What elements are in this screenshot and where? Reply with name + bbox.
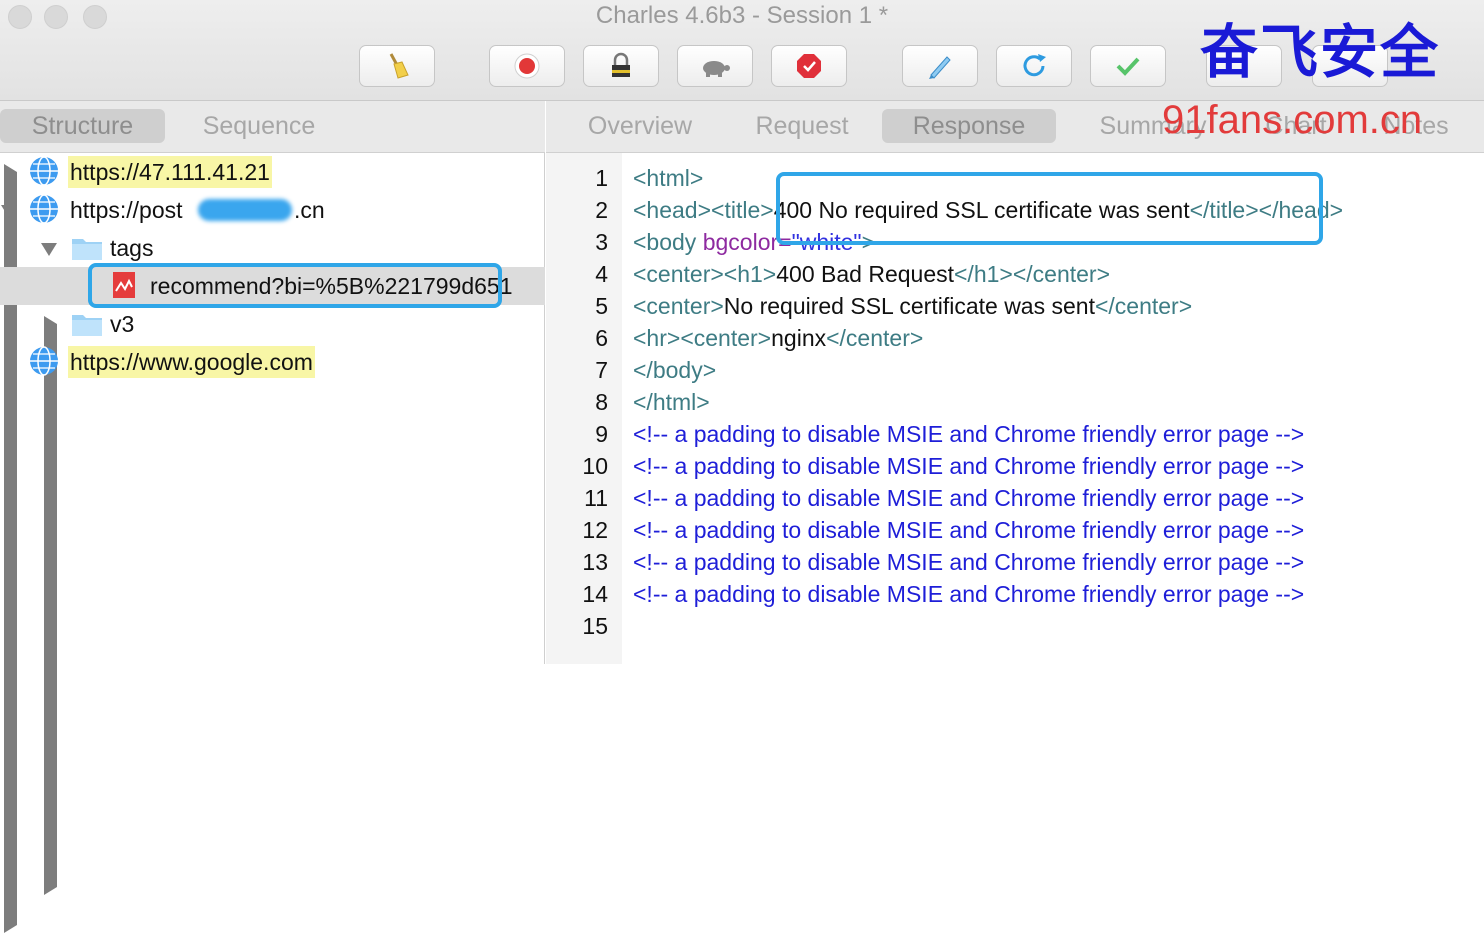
validate-button[interactable] <box>1090 45 1166 87</box>
code-line-14: <!-- a padding to disable MSIE and Chrom… <box>633 581 1305 607</box>
line-number: 10 <box>582 453 608 479</box>
line-number: 5 <box>595 293 608 319</box>
throttle-button[interactable] <box>677 45 753 87</box>
html-tag: <html> <box>633 165 704 191</box>
tab-response[interactable]: Response <box>882 109 1056 143</box>
line-number: 15 <box>582 613 608 639</box>
tab-structure[interactable]: Structure <box>0 109 165 143</box>
tab-request[interactable]: Request <box>732 109 872 143</box>
html-tag: <h1> <box>723 261 777 287</box>
code-line-4: <center><h1>400 Bad Request</h1></center… <box>633 258 1110 290</box>
code-line-6: <hr><center>nginx</center> <box>633 322 923 354</box>
repeat-button[interactable] <box>996 45 1072 87</box>
code-line-7: </body> <box>633 354 716 386</box>
heading-text: 400 Bad Request <box>776 261 954 287</box>
breakpoints-button[interactable] <box>771 45 847 87</box>
html-tag: </body> <box>633 357 717 383</box>
code-line-10: <!-- a padding to disable MSIE and Chrom… <box>633 453 1305 479</box>
line-number-gutter: 1 2 3 4 5 6 7 8 9 10 11 12 13 14 15 <box>546 153 622 664</box>
turtle-icon <box>703 61 730 77</box>
annotation-box-request <box>88 263 502 308</box>
record-icon <box>514 53 540 79</box>
refresh-icon <box>1023 54 1046 77</box>
line-number: 7 <box>595 357 608 383</box>
response-pane: Overview Request Response Summary Chart … <box>546 101 1484 664</box>
tab-overview[interactable]: Overview <box>566 109 714 143</box>
disclosure-down-icon[interactable] <box>41 243 57 256</box>
html-tag: <center> <box>633 261 724 287</box>
line-number: 13 <box>582 549 608 575</box>
stop-icon <box>797 54 821 78</box>
html-tag: <hr> <box>633 325 681 351</box>
compose-button[interactable] <box>902 45 978 87</box>
html-tag: </center> <box>1012 261 1111 287</box>
tab-sequence[interactable]: Sequence <box>178 109 340 143</box>
code-line-11: <!-- a padding to disable MSIE and Chrom… <box>633 485 1305 511</box>
line-number: 3 <box>595 229 608 255</box>
host-label: https://www.google.com <box>68 346 315 378</box>
disclosure-down-icon[interactable] <box>1 205 17 218</box>
html-tag: <center> <box>633 293 724 319</box>
tree-row-folder-tags[interactable]: tags <box>0 229 545 267</box>
code-line-8: </html> <box>633 386 710 418</box>
annotation-box-title <box>776 172 1323 245</box>
line-number: 9 <box>595 421 608 447</box>
watermark-logo: 奋飞安全 <box>1200 18 1441 86</box>
code-line-13: <!-- a padding to disable MSIE and Chrom… <box>633 549 1305 575</box>
globe-icon <box>30 346 58 376</box>
folder-label: tags <box>110 235 154 261</box>
title-bar: Charles 4.6b3 - Session 1 * 奋飞安全 <box>0 0 1484 101</box>
line-number: 11 <box>584 485 608 511</box>
server-text: nginx <box>771 325 827 351</box>
html-tag: </center> <box>826 325 924 351</box>
left-tab-bar: Structure Sequence <box>0 101 545 153</box>
line-number: 1 <box>595 165 608 191</box>
tree-row-host-1[interactable]: https://47.111.41.21 <box>0 153 545 743</box>
code-line-12: <!-- a padding to disable MSIE and Chrom… <box>633 517 1305 543</box>
clear-session-button[interactable] <box>359 45 435 87</box>
html-tag: </html> <box>633 389 710 415</box>
host-label-suffix: .cn <box>294 197 325 223</box>
redaction-blur <box>198 199 292 221</box>
line-number: 14 <box>582 581 608 607</box>
lock-icon <box>612 52 630 77</box>
code-line-5: <center>No required SSL certificate was … <box>633 290 1192 322</box>
check-icon <box>1116 57 1140 76</box>
code-line-9: <!-- a padding to disable MSIE and Chrom… <box>633 421 1305 447</box>
ssl-proxying-button[interactable] <box>583 45 659 87</box>
html-tag: <center> <box>680 325 772 351</box>
structure-pane: Structure Sequence https://47.111.41.21 … <box>0 101 545 933</box>
tree-row-host-google[interactable]: https://www.google.com <box>0 343 545 933</box>
html-tag: <body <box>633 229 703 255</box>
line-number: 4 <box>595 261 608 287</box>
watermark-url: 91fans.com.cn <box>1162 98 1423 142</box>
folder-icon <box>72 315 102 336</box>
html-tag: <title> <box>711 197 774 223</box>
globe-icon <box>30 156 58 186</box>
line-number: 12 <box>582 517 608 543</box>
tree-row-folder-v3[interactable]: v3 <box>0 305 545 895</box>
record-button[interactable] <box>489 45 565 87</box>
globe-icon <box>30 194 58 224</box>
host-label-prefix: https://post <box>70 197 183 223</box>
tree-row-host-2[interactable]: https://post .cn <box>0 191 545 229</box>
html-tag: <head> <box>633 197 712 223</box>
html-attribute: bgcolor <box>702 229 779 255</box>
line-number: 8 <box>595 389 608 415</box>
broom-icon <box>389 53 409 79</box>
folder-icon <box>72 239 102 260</box>
line-number: 6 <box>595 325 608 351</box>
host-label: https://47.111.41.21 <box>68 156 272 188</box>
body-text: No required SSL certificate was sent <box>723 293 1095 319</box>
code-line-1: <html> <box>633 162 703 194</box>
folder-label: v3 <box>110 311 135 337</box>
html-tag: </h1> <box>954 261 1013 287</box>
pen-icon <box>929 56 951 79</box>
line-number: 2 <box>595 197 608 223</box>
html-tag: </center> <box>1094 293 1193 319</box>
